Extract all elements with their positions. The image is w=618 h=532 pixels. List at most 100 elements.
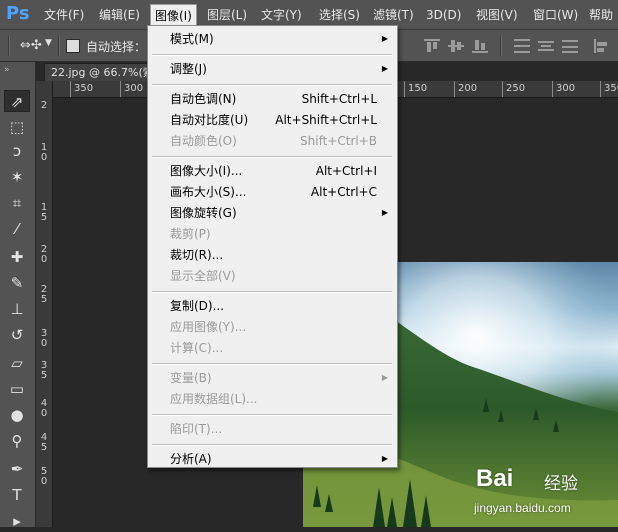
healing-brush-tool-icon[interactable]: ✚ [4,246,30,268]
align-vertical-center-icon[interactable] [448,39,464,53]
path-selection-tool-icon[interactable]: ▸ [4,510,30,532]
image-menu-item[interactable]: 图像大小(I)... Alt+Ctrl+I [148,161,397,181]
crop-tool-icon[interactable]: ⌗ [4,192,30,214]
ruler-origin[interactable] [36,81,53,98]
gradient-tool-icon[interactable]: ▭ [4,378,30,400]
menu-item-label: 画布大小(S)... [170,185,247,199]
ruler-vertical[interactable]: 2101520253035404550 [36,98,53,527]
menu-item-shortcut: Shift+Ctrl+L [301,92,377,106]
watermark-brand: Bai [476,465,514,492]
clone-stamp-tool-icon[interactable]: ⊥ [4,298,30,320]
panel-collapse-icon[interactable]: » [4,65,9,75]
image-menu-item[interactable]: 模式(M) ▶ [148,29,397,49]
menu-item-label: 裁剪(P) [170,227,211,241]
menu-layer[interactable]: 图层(L) [203,6,251,24]
menu-item-shortcut: Shift+Ctrl+B [300,134,377,148]
tools-panel: » ⇗ ⬚ ↄ ✶ ⌗ ⁄ ✚ ✎ ⊥ ↺ ▱ ▭ ● ⚲ ✒ T ▸ [0,62,36,530]
menu-item-shortcut: Alt+Ctrl+I [315,164,377,178]
ruler-tick-label: 250 [506,83,526,94]
menu-item-label: 应用数据组(L)... [170,392,258,406]
menu-edit[interactable]: 编辑(E) [95,6,144,24]
menu-window[interactable]: 窗口(W) [529,6,582,24]
blur-tool-icon[interactable]: ● [4,404,30,426]
menu-separator [152,363,392,365]
dodge-tool-icon[interactable]: ⚲ [4,430,30,452]
auto-select-checkbox[interactable] [66,39,80,53]
move-tool-icon[interactable]: ⇗ [4,90,30,112]
ruler-tick-label: 0 [40,476,48,487]
menu-item-label: 应用图像(Y)... [170,320,247,334]
menu-item-label: 复制(D)... [170,299,225,313]
ruler-tick-label: 0 [40,338,48,349]
watermark-url: jingyan.baidu.com [474,501,571,515]
ruler-tick-mark [120,81,121,97]
lasso-tool-icon[interactable]: ↄ [4,140,30,162]
distribute-bottom-icon[interactable] [562,39,578,53]
image-menu-item[interactable]: 自动对比度(U) Alt+Shift+Ctrl+L [148,110,397,130]
distribute-center-icon[interactable] [538,39,554,53]
ruler-tick-label: 300 [556,83,576,94]
image-menu-item: 应用数据组(L)... [148,389,397,409]
ruler-tick-label: 2 [40,100,48,111]
magic-wand-tool-icon[interactable]: ✶ [4,166,30,188]
document-tab[interactable]: 22.jpg @ 66.7%(索 [44,63,156,81]
menu-3d[interactable]: 3D(D) [422,6,465,24]
menu-separator [152,444,392,446]
menu-item-label: 自动颜色(O) [170,134,237,148]
image-menu-item[interactable]: 裁切(R)... [148,245,397,265]
menu-file[interactable]: 文件(F) [40,6,88,24]
history-brush-tool-icon[interactable]: ↺ [4,324,30,346]
ruler-tick-label: 5 [40,370,48,381]
options-bar-grip [8,36,10,56]
chevron-down-icon[interactable]: ▼ [45,38,52,48]
menu-item-label: 图像大小(I)... [170,164,243,178]
image-menu-item: 自动颜色(O) Shift+Ctrl+B [148,131,397,151]
auto-select-label: 自动选择： [86,40,147,54]
image-menu-dropdown: 模式(M) ▶ 调整(J) ▶ 自动色调(N) Shift+Ctrl+L 自动对比度(U) A… [147,25,398,468]
menu-separator [152,156,392,158]
align-bottom-icon[interactable] [472,39,488,53]
align-top-icon[interactable] [424,39,440,53]
ruler-tick-label: 350 [604,83,618,94]
eraser-tool-icon[interactable]: ▱ [4,352,30,374]
photoshop-logo: Ps [6,3,30,24]
image-menu-item[interactable]: 复制(D)... [148,296,397,316]
menu-select[interactable]: 选择(S) [315,6,364,24]
image-menu-item: 计算(C)... [148,338,397,358]
menu-item-label: 变量(B) [170,371,212,385]
image-menu-item[interactable]: 自动色调(N) Shift+Ctrl+L [148,89,397,109]
image-menu-item[interactable]: 图像旋转(G) ▶ [148,203,397,223]
menu-item-label: 显示全部(V) [170,269,236,283]
image-menu-item[interactable]: 分析(A) ▶ [148,449,397,469]
image-menu-item[interactable]: 画布大小(S)... Alt+Ctrl+C [148,182,397,202]
ruler-tick-mark [70,81,71,97]
menu-item-label: 计算(C)... [170,341,224,355]
menu-type[interactable]: 文字(Y) [257,6,306,24]
ruler-tick-label: 5 [40,294,48,305]
menu-item-label: 自动对比度(U) [170,113,249,127]
menu-item-label: 分析(A) [170,452,212,466]
menu-filter[interactable]: 滤镜(T) [369,6,418,24]
ruler-tick-label: 300 [124,83,144,94]
move-tool-preset-icon[interactable]: ⇔✣ [20,38,42,53]
eyedropper-tool-icon[interactable]: ⁄ [4,218,30,240]
menu-image[interactable]: 图像(I) [150,4,197,27]
menu-item-label: 自动色调(N) [170,92,237,106]
menu-item-label: 图像旋转(G) [170,206,237,220]
distribute-top-icon[interactable] [514,39,530,53]
image-menu-item[interactable]: 调整(J) ▶ [148,59,397,79]
ruler-tick-mark [404,81,405,97]
menu-help[interactable]: 帮助 [585,6,617,24]
ruler-tick-label: 200 [458,83,478,94]
menu-item-shortcut: Alt+Shift+Ctrl+L [275,113,377,127]
image-menu-item: 裁剪(P) [148,224,397,244]
divider [500,36,502,56]
ruler-tick-label: 150 [408,83,428,94]
pen-tool-icon[interactable]: ✒ [4,458,30,480]
marquee-tool-icon[interactable]: ⬚ [4,116,30,138]
ruler-tick-label: 0 [40,254,48,265]
type-tool-icon[interactable]: T [4,484,30,506]
brush-tool-icon[interactable]: ✎ [4,272,30,294]
align-left-icon[interactable] [594,39,610,53]
menu-view[interactable]: 视图(V) [472,6,522,24]
